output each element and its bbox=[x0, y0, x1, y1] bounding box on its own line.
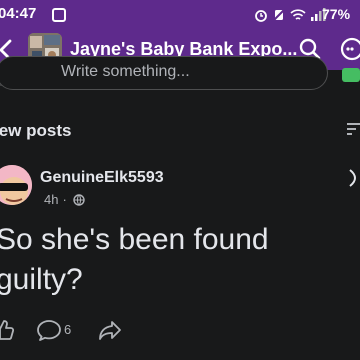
photo-icon[interactable] bbox=[342, 68, 360, 82]
share-icon[interactable] bbox=[98, 318, 122, 347]
sort-icon[interactable] bbox=[344, 120, 360, 143]
status-time: 04:47 bbox=[0, 5, 37, 22]
like-icon[interactable] bbox=[0, 318, 15, 347]
silent-icon bbox=[272, 8, 286, 22]
battery-level: 77% bbox=[322, 6, 351, 22]
author-avatar[interactable] bbox=[0, 165, 32, 205]
comment-count: 6 bbox=[64, 322, 72, 337]
comment-icon[interactable] bbox=[36, 318, 62, 347]
wifi-icon bbox=[290, 9, 306, 20]
globe-icon bbox=[73, 193, 85, 211]
notification-icon bbox=[52, 8, 66, 22]
section-title-new-posts: lew posts bbox=[0, 121, 72, 140]
post-body-line: So she's been found bbox=[0, 223, 269, 256]
alarm-icon bbox=[255, 10, 267, 22]
post-actions: 6 bbox=[0, 316, 360, 344]
post-body-line: guilty? bbox=[0, 263, 83, 296]
meta-separator: · bbox=[62, 192, 67, 207]
more-icon[interactable] bbox=[340, 37, 360, 66]
post-author[interactable]: GenuineElk5593 bbox=[40, 169, 164, 187]
status-icons bbox=[254, 7, 328, 23]
post-body: So she's been found guilty? bbox=[0, 220, 356, 300]
post-time-text: 4h bbox=[44, 192, 59, 207]
post-options-icon[interactable] bbox=[348, 168, 360, 193]
post-time[interactable]: 4h · bbox=[44, 192, 67, 207]
composer-placeholder: Write something... bbox=[61, 63, 190, 80]
post-composer-input[interactable]: Write something... bbox=[0, 56, 328, 90]
status-bar: 04:47 77% bbox=[0, 0, 360, 30]
